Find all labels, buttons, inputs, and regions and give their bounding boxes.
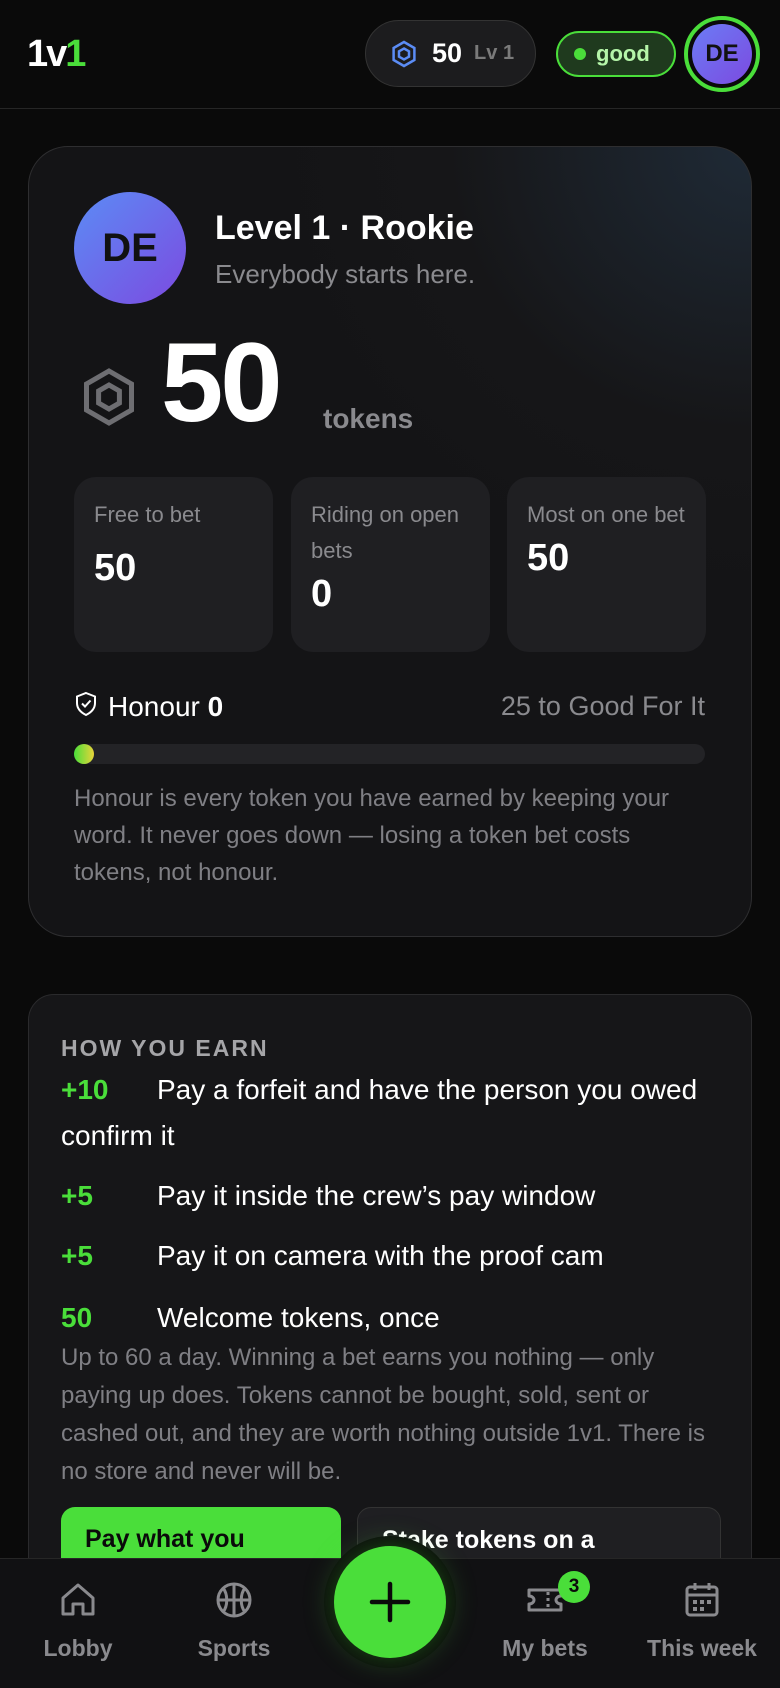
plus-icon <box>369 1581 411 1623</box>
earn-rule: +5 Pay it on camera with the proof cam <box>61 1233 721 1279</box>
stat-label: Free to bet <box>94 502 201 527</box>
stat-riding-on-open-bets: Riding on open bets 0 <box>291 477 490 652</box>
logo-accent: 1 <box>65 33 86 75</box>
nav-label: My bets <box>502 1635 588 1661</box>
token-unit-label: tokens <box>323 403 414 434</box>
level-title: Level 1 · Rookie <box>215 209 474 247</box>
earn-text: Pay a forfeit and have the person you ow… <box>61 1074 698 1151</box>
honour-progress-fill <box>74 744 94 764</box>
honour-status-badge[interactable]: good <box>556 31 676 77</box>
earn-amount: +5 <box>61 1180 93 1211</box>
earn-rule: +10 Pay a forfeit and have the person you… <box>61 1067 721 1159</box>
token-balance-pill[interactable]: 50 Lv 1 <box>365 20 536 87</box>
my-bets-count-badge: 3 <box>558 1571 590 1603</box>
earn-rule: +5 Pay it inside the crew’s pay window <box>61 1173 721 1219</box>
nav-label: Lobby <box>43 1635 113 1661</box>
stat-value: 50 <box>94 547 137 589</box>
earn-amount: 50 <box>61 1302 93 1333</box>
nav-this-week[interactable]: This week <box>640 1579 764 1662</box>
home-icon <box>61 1583 95 1616</box>
earn-text: Welcome tokens, once <box>157 1302 440 1333</box>
section-heading: HOW YOU EARN <box>61 1035 269 1061</box>
earn-text: Pay it on camera with the proof cam <box>157 1240 604 1271</box>
top-bar: 1v1 50 Lv 1 good DE <box>0 0 780 109</box>
earn-rule: 50 Welcome tokens, once <box>61 1295 721 1341</box>
nav-sports[interactable]: Sports <box>184 1579 284 1662</box>
token-balance-large: 50 <box>161 320 283 445</box>
shield-check-icon <box>76 691 96 717</box>
honour-progress-bar <box>74 744 705 764</box>
calendar-icon <box>685 1583 719 1617</box>
earn-amount: +10 <box>61 1074 109 1105</box>
level-avatar: DE <box>74 192 186 304</box>
earn-explainer: Up to 60 a day. Winning a bet earns you … <box>61 1344 705 1485</box>
stat-most-on-one-bet: Most on one bet 50 <box>507 477 706 652</box>
honour-label: Honour 0 <box>108 691 223 723</box>
stat-value: 50 <box>527 537 570 579</box>
honour-explainer: Honour is every token you have earned by… <box>74 785 670 886</box>
new-bet-button[interactable] <box>334 1546 446 1658</box>
status-dot-icon <box>574 48 586 60</box>
profile-avatar[interactable]: DE <box>684 16 760 92</box>
honour-next-target: 25 to Good For It <box>500 691 705 721</box>
basketball-icon <box>216 1582 252 1618</box>
nav-lobby[interactable]: Lobby <box>28 1579 128 1662</box>
token-count: 50 <box>432 38 463 68</box>
level-card: DE Level 1 · Rookie Everybody starts her… <box>28 146 752 937</box>
stat-value: 0 <box>311 573 333 615</box>
earn-text: Pay it inside the crew’s pay window <box>157 1180 596 1211</box>
stat-label: Most on one bet <box>527 502 685 527</box>
level-subtitle: Everybody starts here. <box>215 259 476 289</box>
nav-my-bets[interactable]: 3 My bets <box>490 1571 600 1662</box>
level-label: Lv 1 <box>474 42 515 64</box>
honour-value: 0 <box>207 691 224 722</box>
earn-amount: +5 <box>61 1240 93 1271</box>
app-logo[interactable]: 1v1 <box>27 33 86 76</box>
stat-free-to-bet: Free to bet 50 <box>74 477 273 652</box>
avatar-initials: DE <box>692 24 752 84</box>
stat-label: Riding on open bets <box>311 502 460 563</box>
nav-label: Sports <box>197 1635 271 1661</box>
token-hex-icon <box>392 40 416 67</box>
token-hex-icon <box>84 368 134 426</box>
nav-label: This week <box>647 1635 757 1661</box>
honour-row: Honour 0 25 to Good For It <box>74 687 705 727</box>
honour-label-text: Honour <box>108 691 200 722</box>
status-text: good <box>596 41 650 66</box>
logo-text: 1v <box>27 33 67 75</box>
